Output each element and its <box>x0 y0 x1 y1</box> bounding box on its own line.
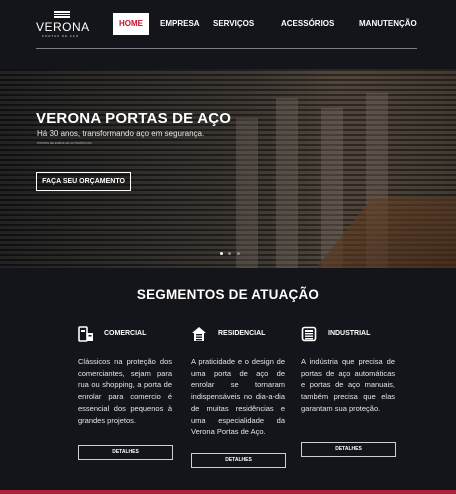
segment-description: A praticidade e o design de uma porta de… <box>191 357 285 437</box>
footer-accent-bar <box>0 490 456 494</box>
slider-dot-3[interactable] <box>236 252 240 255</box>
nav-item-manutencao[interactable]: MANUTENÇÃO <box>359 13 417 35</box>
header-divider <box>36 48 417 49</box>
segment-label: INDUSTRIAL <box>328 330 371 337</box>
hero-tagline: PORTAS DE ENROLAR AUTOMÁTICAS <box>37 141 92 145</box>
segment-label: COMERCIAL <box>104 330 147 337</box>
nav-item-servicos[interactable]: SERVIÇOS <box>213 13 254 35</box>
hero-title: VERONA PORTAS DE AÇO <box>36 110 232 127</box>
shop-icon <box>78 326 93 342</box>
nav-item-home[interactable]: HOME <box>113 13 149 35</box>
quote-button[interactable]: FAÇA SEU ORÇAMENTO <box>36 172 131 191</box>
details-button-industrial[interactable]: DETALHES <box>301 442 396 457</box>
house-icon <box>192 327 206 341</box>
slider-dot-2[interactable] <box>228 252 232 255</box>
hero-subtitle: Há 30 anos, transformando aço em seguran… <box>37 129 205 138</box>
segments-title: SEGMENTOS DE ATUAÇÃO <box>136 287 320 302</box>
slider-dots <box>220 252 241 256</box>
segment-description: A indústria que precisa de portas de aço… <box>301 357 395 413</box>
nav-item-acessorios[interactable]: ACESSÓRIOS <box>281 13 334 35</box>
segment-description: Clássicos na proteção dos comerciantes, … <box>78 357 172 425</box>
details-button-residencial[interactable]: DETALHES <box>191 453 286 468</box>
hero-banner: VERONA PORTAS DE AÇO Há 30 anos, transfo… <box>0 69 456 268</box>
segment-label: RESIDENCIAL <box>218 330 266 337</box>
factory-icon <box>301 326 317 342</box>
main-nav: HOME EMPRESA SERVIÇOS ACESSÓRIOS MANUTEN… <box>0 13 456 35</box>
slider-dot-1[interactable] <box>220 252 223 255</box>
nav-item-empresa[interactable]: EMPRESA <box>160 13 200 35</box>
details-button-comercial[interactable]: DETALHES <box>78 445 173 460</box>
site-header: VERONA PORTAS DE AÇO HOME EMPRESA SERVIÇ… <box>0 0 456 68</box>
